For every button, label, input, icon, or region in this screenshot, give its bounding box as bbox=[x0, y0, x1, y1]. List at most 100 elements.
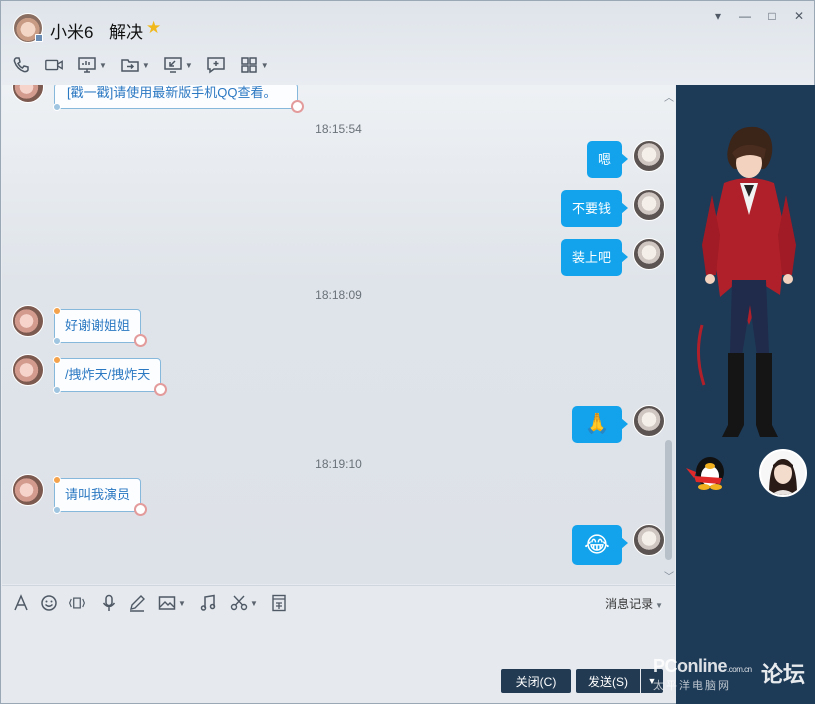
new-discussion-button[interactable] bbox=[206, 54, 226, 76]
bubble-decoration-icon bbox=[134, 503, 148, 516]
shake-window-button[interactable] bbox=[68, 594, 86, 612]
scrollbar-thumb[interactable] bbox=[665, 440, 672, 560]
bubble-decoration-icon bbox=[53, 337, 61, 345]
grid-icon bbox=[241, 57, 257, 73]
bubble-decoration-icon bbox=[53, 506, 61, 514]
message-timestamp: 18:18:09 bbox=[315, 288, 362, 302]
chevron-down-icon: ▼ bbox=[141, 60, 150, 70]
pray-emoji-icon: 🙏 bbox=[584, 413, 610, 435]
star-icon[interactable]: ★ bbox=[146, 18, 161, 38]
scroll-up-icon[interactable]: ︿ bbox=[664, 89, 674, 104]
shake-icon bbox=[69, 597, 85, 609]
message-bubble-outgoing[interactable]: 🙏 bbox=[572, 406, 628, 443]
apps-button[interactable]: ▼ bbox=[239, 54, 269, 76]
chat-window: 小米6 解决 ★ ▾ — □ ✕ ▼ ▼ ▼ ▼ [戳一戳]请使用最新版手机QQ… bbox=[0, 0, 815, 704]
bubble-decoration-icon bbox=[134, 334, 148, 347]
avatar[interactable] bbox=[633, 140, 665, 172]
red-packet-button[interactable] bbox=[270, 594, 288, 612]
contact-note: 解决 bbox=[109, 23, 143, 42]
watermark-brand: PConline.com.cn bbox=[653, 656, 752, 676]
chevron-down-icon: ▼ bbox=[178, 598, 186, 608]
window-controls: ▾ — □ ✕ bbox=[711, 9, 806, 23]
scissors-icon bbox=[230, 595, 248, 611]
chevron-down-icon: ▼ bbox=[250, 598, 258, 608]
send-button[interactable]: 发送(S) bbox=[576, 669, 640, 693]
message-text: /拽炸天/拽炸天 bbox=[65, 367, 151, 382]
avatar[interactable] bbox=[633, 524, 665, 556]
avatar-portrait-icon bbox=[761, 451, 805, 495]
avatar[interactable] bbox=[12, 85, 44, 103]
message-bubble-outgoing[interactable]: 不要钱 bbox=[561, 190, 629, 227]
font-button[interactable] bbox=[12, 594, 30, 612]
emoji-button[interactable] bbox=[40, 594, 58, 612]
close-button[interactable]: 关闭(C) bbox=[501, 669, 571, 693]
bubble-decoration-icon bbox=[154, 383, 168, 396]
message-bubble-outgoing[interactable]: 😂 bbox=[572, 525, 628, 565]
phone-icon bbox=[13, 57, 29, 73]
message-bubble-incoming[interactable]: /拽炸天/拽炸天 bbox=[53, 356, 168, 396]
contact-name[interactable]: 小米6 bbox=[50, 18, 93, 43]
message-bubble-incoming[interactable]: 请叫我演员 bbox=[53, 476, 148, 516]
message-bubble-outgoing[interactable]: 嗯 bbox=[587, 141, 629, 178]
music-button[interactable] bbox=[199, 594, 217, 612]
contact-large-avatar[interactable] bbox=[759, 449, 807, 497]
message-bubble-incoming[interactable]: 好谢谢姐姐 bbox=[53, 307, 148, 347]
avatar[interactable] bbox=[633, 238, 665, 270]
message-text: [戳一戳]请使用最新版手机QQ查看。 bbox=[67, 85, 277, 100]
folder-icon bbox=[121, 59, 139, 72]
avatar[interactable] bbox=[12, 354, 44, 386]
menu-dropdown-icon[interactable]: ▾ bbox=[711, 9, 725, 23]
pencil-icon bbox=[130, 595, 145, 612]
message-timestamp: 18:15:54 bbox=[315, 122, 362, 136]
avatar[interactable] bbox=[633, 189, 665, 221]
chat-header: 小米6 解决 ★ ▾ — □ ✕ ▼ ▼ ▼ ▼ bbox=[1, 1, 814, 85]
smiley-icon bbox=[41, 595, 57, 611]
bubble-decoration-icon bbox=[291, 100, 304, 113]
minimize-icon[interactable]: — bbox=[738, 9, 752, 23]
bubble-decoration-icon bbox=[53, 307, 61, 315]
message-input[interactable] bbox=[2, 619, 675, 669]
watermark-forum: 论坛 bbox=[761, 662, 806, 687]
chevron-down-icon: ▼ bbox=[184, 60, 193, 70]
watermark-subtitle: 太平洋电脑网 bbox=[653, 680, 731, 692]
voice-message-button[interactable] bbox=[100, 594, 118, 612]
chat-toolbar: ▼ ▼ ▼ ▼ bbox=[11, 54, 282, 76]
message-timestamp: 18:19:10 bbox=[315, 457, 362, 471]
message-bubble-incoming[interactable]: [戳一戳]请使用最新版手机QQ查看。 bbox=[53, 85, 304, 113]
qq-show-character-image[interactable] bbox=[694, 125, 804, 445]
file-transfer-button[interactable]: ▼ bbox=[120, 54, 150, 76]
image-button[interactable]: ▼ bbox=[158, 594, 186, 612]
avatar[interactable] bbox=[12, 305, 44, 337]
voice-call-button[interactable] bbox=[11, 54, 31, 76]
remote-screen-icon bbox=[164, 57, 182, 73]
screen-share-button[interactable]: ▼ bbox=[77, 54, 107, 76]
online-status-icon bbox=[35, 34, 43, 42]
input-toolbar: ▼ ▼ 消息记录 ▼ bbox=[2, 585, 675, 619]
monitor-icon bbox=[78, 57, 96, 73]
message-bubble-outgoing[interactable]: 装上吧 bbox=[561, 239, 629, 276]
bubble-decoration-icon bbox=[53, 386, 61, 394]
video-call-button[interactable] bbox=[44, 54, 64, 76]
laughing-emoji-icon: 😂 bbox=[584, 532, 610, 557]
doodle-button[interactable] bbox=[128, 594, 146, 612]
chevron-down-icon: ▼ bbox=[99, 60, 107, 70]
maximize-icon[interactable]: □ bbox=[765, 9, 779, 23]
avatar[interactable] bbox=[12, 474, 44, 506]
bubble-decoration-icon bbox=[53, 103, 61, 111]
red-packet-icon bbox=[272, 594, 286, 612]
message-history-button[interactable]: 消息记录 ▼ bbox=[605, 595, 663, 612]
message-text: 请叫我演员 bbox=[65, 487, 131, 502]
microphone-icon bbox=[102, 594, 116, 611]
message-history-label: 消息记录 bbox=[605, 597, 654, 611]
scroll-down-icon[interactable]: ﹀ bbox=[664, 568, 674, 583]
message-list[interactable]: [戳一戳]请使用最新版手机QQ查看。 ︿ 18:15:54 嗯 不要钱 装上吧 … bbox=[2, 85, 675, 584]
close-icon[interactable]: ✕ bbox=[792, 9, 806, 23]
music-note-icon bbox=[200, 594, 216, 611]
remote-desktop-button[interactable]: ▼ bbox=[163, 54, 193, 76]
screenshot-button[interactable]: ▼ bbox=[230, 594, 258, 612]
avatar[interactable] bbox=[633, 405, 665, 437]
chevron-down-icon: ▼ bbox=[260, 60, 269, 70]
image-icon bbox=[158, 596, 176, 610]
font-icon bbox=[14, 594, 28, 611]
qq-penguin-logo[interactable] bbox=[684, 450, 730, 490]
